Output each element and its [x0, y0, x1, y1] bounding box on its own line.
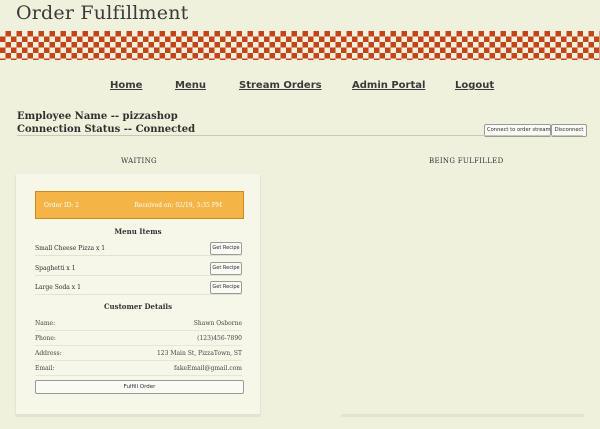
list-item: Small Cheese Pizza x 1 Get Recipe	[35, 242, 242, 256]
fulfill-order-button[interactable]: Fulfill Order	[35, 380, 244, 394]
detail-value: 123 Main St, PizzaTown, ST	[156, 350, 242, 357]
list-item: Large Soda x 1 Get Recipe	[35, 281, 242, 295]
menu-item-name: Spaghetti x 1	[35, 265, 76, 272]
menu-items-title: Menu Items	[114, 227, 162, 236]
page-title: Order Fulfillment	[16, 2, 189, 24]
customer-details-title: Customer Details	[103, 302, 173, 311]
detail-row: Name: Shawn Osborne	[35, 318, 242, 331]
order-id: Order ID: 2	[44, 202, 79, 209]
order-header: Order ID: 2 Received on: 02/19, 3:35 PM	[35, 191, 244, 219]
detail-row: Address: 123 Main St, PizzaTown, ST	[35, 348, 242, 361]
detail-row: Email: fakeEmail@gmail.com	[35, 363, 242, 376]
nav-menu-link[interactable]: Menu	[175, 80, 206, 91]
get-recipe-button[interactable]: Get Recipe	[210, 242, 242, 255]
nav-stream-orders-link[interactable]: Stream Orders	[239, 80, 322, 91]
divider	[17, 135, 583, 136]
detail-row: Phone: (123)456-7890	[35, 333, 242, 346]
get-recipe-button[interactable]: Get Recipe	[210, 262, 242, 275]
detail-label: Phone:	[35, 335, 56, 342]
menu-item-name: Large Soda x 1	[35, 284, 81, 291]
fulfilling-column-header: BEING FULFILLED	[429, 157, 504, 165]
get-recipe-button[interactable]: Get Recipe	[210, 281, 242, 294]
employee-name: Employee Name -- pizzashop	[17, 111, 178, 122]
detail-label: Address:	[35, 350, 62, 357]
detail-value: fakeEmail@gmail.com	[174, 365, 242, 372]
order-card: Order ID: 2 Received on: 02/19, 3:35 PM …	[16, 174, 260, 414]
nav-home-link[interactable]: Home	[110, 80, 142, 91]
waiting-column-header: WAITING	[121, 157, 157, 165]
fulfilling-column-footer	[341, 414, 584, 417]
order-received-time: Received on: 02/19, 3:35 PM	[134, 202, 222, 209]
nav-admin-portal-link[interactable]: Admin Portal	[352, 80, 425, 91]
checkered-banner	[0, 31, 600, 60]
detail-value: Shawn Osborne	[193, 320, 242, 327]
list-item: Spaghetti x 1 Get Recipe	[35, 262, 242, 276]
nav-logout-link[interactable]: Logout	[455, 80, 494, 91]
menu-item-name: Small Cheese Pizza x 1	[35, 245, 106, 252]
detail-label: Name:	[35, 320, 56, 327]
waiting-column-footer	[16, 414, 260, 417]
detail-label: Email:	[35, 365, 55, 372]
connection-status: Connection Status -- Connected	[17, 124, 196, 135]
detail-value: (123)456-7890	[197, 335, 242, 342]
main-nav: Home Menu Stream Orders Admin Portal Log…	[0, 80, 600, 94]
